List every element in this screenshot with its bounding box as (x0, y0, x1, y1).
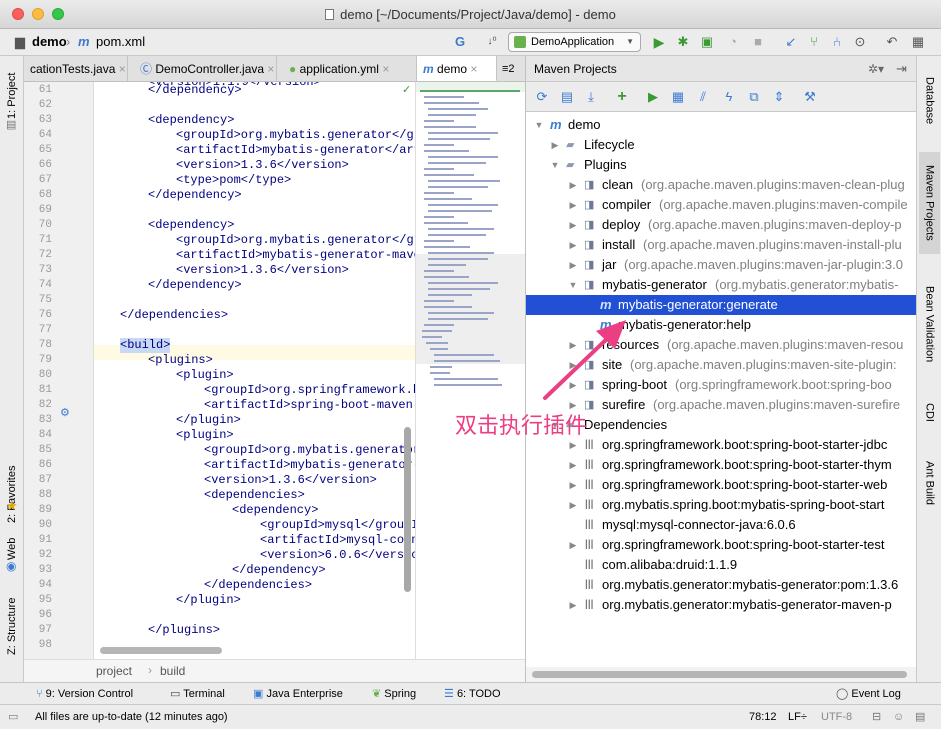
annotation-label: 双击执行插件 (455, 414, 588, 439)
ide-window: demo [~/Documents/Project/Java/demo] - d… (0, 0, 941, 729)
annotation-arrow (543, 320, 626, 400)
